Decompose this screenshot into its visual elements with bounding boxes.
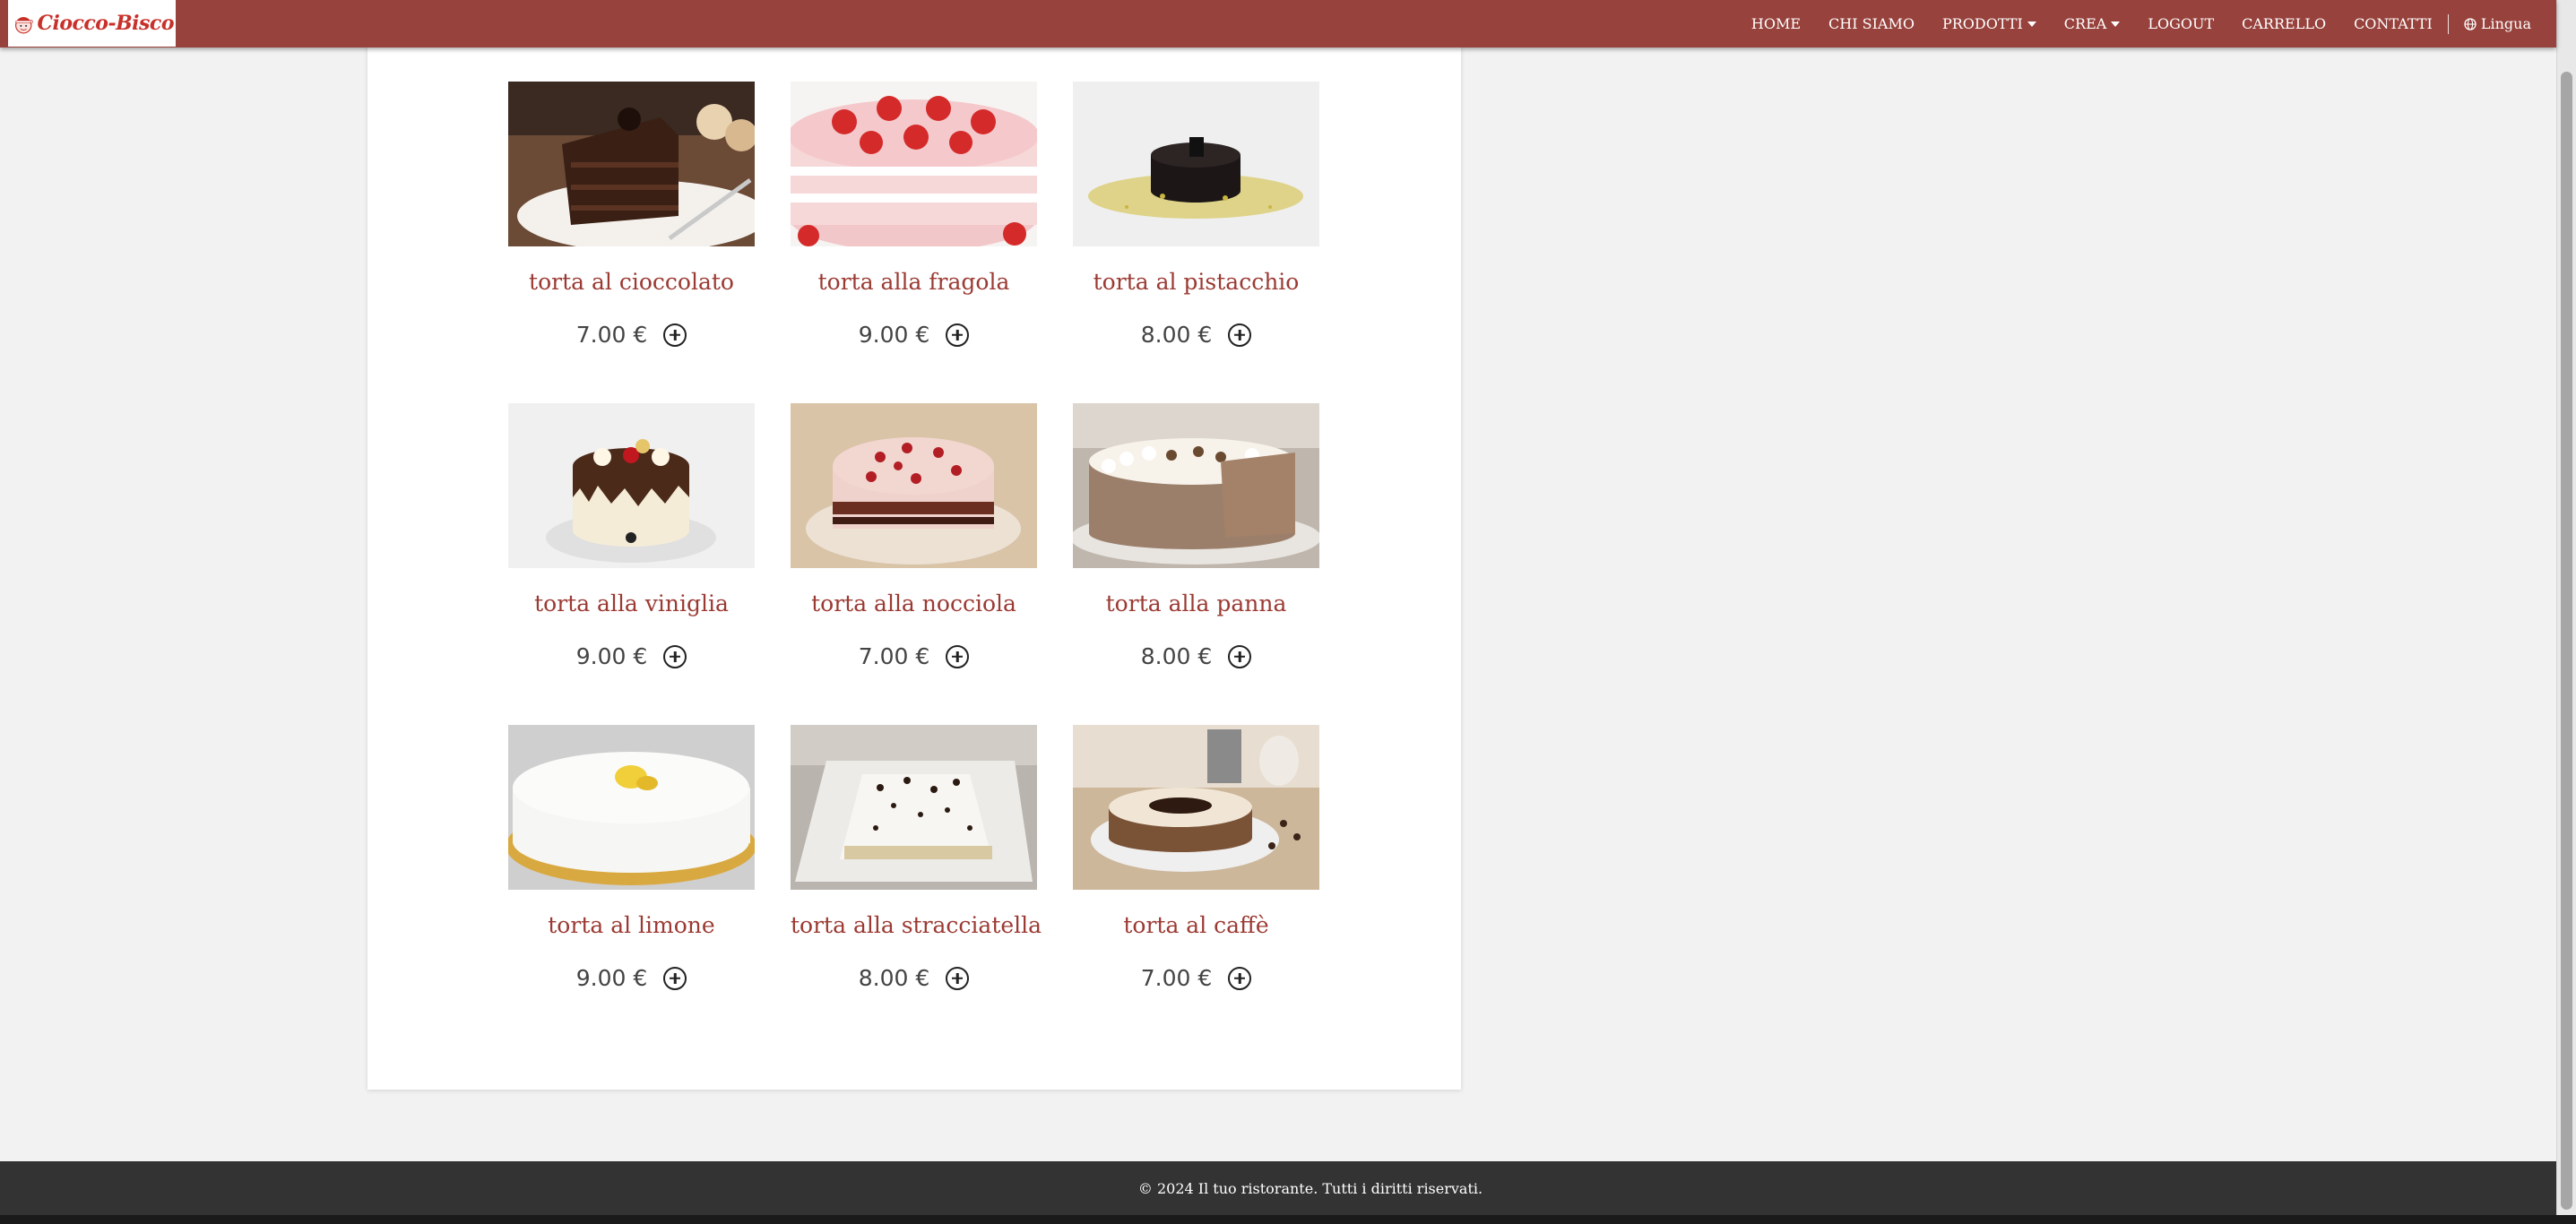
price-row: 8.00 €: [1073, 643, 1319, 669]
vertical-scrollbar[interactable]: [2556, 0, 2576, 1215]
lemon-cake-image[interactable]: [508, 725, 755, 890]
globe-icon: [2464, 17, 2477, 30]
add-to-cart-button[interactable]: [946, 966, 970, 990]
price-row: 7.00 €: [1073, 965, 1319, 991]
product-price: 7.00 €: [858, 643, 930, 669]
product-name[interactable]: torta al limone: [508, 910, 755, 941]
language-label: Lingua: [2480, 15, 2531, 32]
nav-logout-label: LOGOUT: [2148, 15, 2215, 32]
product-price: 8.00 €: [1140, 322, 1213, 348]
product-card: torta al pistacchio 8.00 €: [1073, 82, 1319, 348]
product-price: 8.00 €: [1140, 643, 1213, 669]
nav-home[interactable]: HOME: [1751, 15, 1801, 32]
hazelnut-cake-image[interactable]: [791, 403, 1037, 568]
scrollbar-thumb[interactable]: [2561, 72, 2572, 1210]
add-to-cart-button[interactable]: [946, 644, 970, 668]
navbar: Ciocco-Bisco HOME CHI SIAMO PRODOTTI CRE…: [0, 0, 2556, 47]
nav-prodotti-label: PRODOTTI: [1941, 15, 2023, 32]
caret-down-icon: [2027, 21, 2036, 27]
strawberry-cake-image[interactable]: [791, 82, 1037, 246]
nav-logout[interactable]: LOGOUT: [2148, 15, 2214, 32]
chocolate-cake-image[interactable]: [508, 82, 755, 246]
nav-prodotti-dropdown[interactable]: PRODOTTI: [1942, 15, 2036, 32]
product-name[interactable]: torta alla panna: [1073, 589, 1319, 619]
price-row: 8.00 €: [791, 965, 1037, 991]
coffee-cake-image[interactable]: [1073, 725, 1319, 890]
product-card: torta alla panna 8.00 €: [1073, 403, 1319, 669]
nav-contatti-label: CONTATTI: [2354, 15, 2433, 32]
nav-crea-label: CREA: [2063, 15, 2107, 32]
product-price: 9.00 €: [858, 322, 930, 348]
cream-cake-image[interactable]: [1073, 403, 1319, 568]
product-price: 7.00 €: [1140, 965, 1213, 991]
add-to-cart-button[interactable]: [663, 644, 687, 668]
product-card: torta alla viniglia 9.00 €: [508, 403, 755, 669]
product-card: torta al cioccolato 7.00 €: [508, 82, 755, 348]
nav-menu: HOME CHI SIAMO PRODOTTI CREA LOGOUT CARR…: [1724, 0, 2531, 47]
product-price: 9.00 €: [575, 643, 648, 669]
pistachio-cake-image[interactable]: [1073, 82, 1319, 246]
product-price: 9.00 €: [575, 965, 648, 991]
price-row: 9.00 €: [508, 965, 755, 991]
price-row: 8.00 €: [1073, 322, 1319, 348]
price-row: 9.00 €: [508, 643, 755, 669]
vanilla-cake-image[interactable]: [508, 403, 755, 568]
stracciatella-cake-image[interactable]: [791, 725, 1037, 890]
mascot-icon: [15, 17, 33, 34]
product-name[interactable]: torta al pistacchio: [1073, 267, 1319, 297]
product-name[interactable]: torta al cioccolato: [508, 267, 755, 297]
add-to-cart-button[interactable]: [1228, 966, 1252, 990]
nav-chi-siamo-label: CHI SIAMO: [1828, 15, 1915, 32]
nav-divider: [2447, 13, 2449, 34]
add-to-cart-button[interactable]: [663, 966, 687, 990]
product-name[interactable]: torta alla nocciola: [791, 589, 1037, 619]
caret-down-icon: [2111, 21, 2121, 27]
price-row: 9.00 €: [791, 322, 1037, 348]
language-selector[interactable]: Lingua: [2464, 15, 2531, 32]
nav-crea-dropdown[interactable]: CREA: [2064, 15, 2121, 32]
product-card: torta alla fragola 9.00 €: [791, 82, 1037, 348]
price-row: 7.00 €: [508, 322, 755, 348]
product-card: torta al limone 9.00 €: [508, 725, 755, 991]
product-grid-card: torta al cioccolato 7.00 € torta alla fr…: [367, 0, 1461, 1090]
nav-carrello[interactable]: CARRELLO: [2242, 15, 2326, 32]
product-card: torta alla nocciola 7.00 €: [791, 403, 1037, 669]
add-to-cart-button[interactable]: [1228, 323, 1252, 347]
nav-contatti[interactable]: CONTATTI: [2354, 15, 2433, 32]
product-price: 7.00 €: [575, 322, 648, 348]
brand-logo[interactable]: Ciocco-Bisco: [8, 0, 176, 47]
product-card: torta alla stracciatella 8.00 €: [791, 725, 1042, 991]
add-to-cart-button[interactable]: [663, 323, 687, 347]
nav-home-label: HOME: [1750, 15, 1802, 32]
footer: © 2024 Il tuo ristorante. Tutti i diritt…: [0, 1161, 2556, 1215]
price-row: 7.00 €: [791, 643, 1037, 669]
product-card: torta al caffè 7.00 €: [1073, 725, 1319, 991]
nav-chi-siamo[interactable]: CHI SIAMO: [1828, 15, 1915, 32]
add-to-cart-button[interactable]: [946, 323, 970, 347]
footer-copyright: © 2024 Il tuo ristorante. Tutti i diritt…: [1137, 1179, 1483, 1197]
product-name[interactable]: torta alla stracciatella: [791, 910, 1042, 941]
product-name[interactable]: torta alla fragola: [791, 267, 1037, 297]
product-name[interactable]: torta alla viniglia: [508, 589, 755, 619]
product-price: 8.00 €: [858, 965, 930, 991]
window-bottom-edge: [0, 1215, 2576, 1224]
product-name[interactable]: torta al caffè: [1073, 910, 1319, 941]
logo-text: Ciocco-Bisco: [37, 12, 174, 35]
nav-carrello-label: CARRELLO: [2242, 15, 2327, 32]
add-to-cart-button[interactable]: [1228, 644, 1252, 668]
